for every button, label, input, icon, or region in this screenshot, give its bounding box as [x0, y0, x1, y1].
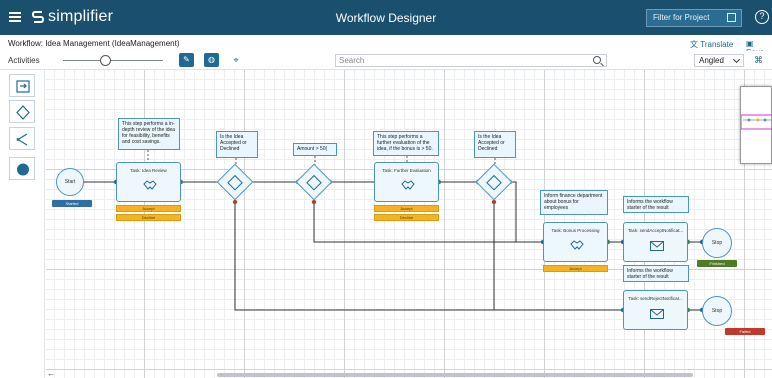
translate-button[interactable]: 文 Translate	[690, 39, 733, 50]
comment-bonus[interactable]: Inform finance department about bonus fo…	[540, 190, 608, 215]
envelope-icon	[650, 309, 664, 319]
task-send-accept-name: Task: sendAcceptNotificat...	[627, 228, 684, 233]
task-send-reject-notification[interactable]: Task: sendRejectNotificat...	[623, 290, 688, 330]
workflow-subheader: Workflow: Idea Management (IdeaManagemen…	[0, 35, 772, 57]
activities-label: Activities	[8, 56, 40, 65]
search-icon	[593, 56, 601, 64]
envelope-icon	[650, 241, 664, 251]
started-status-badge: Started	[52, 200, 92, 207]
search-placeholder: Search	[339, 56, 365, 65]
cursor-select-icon[interactable]: ⌖	[230, 54, 242, 66]
comment-idea-review[interactable]: This step performs a in-depth review of …	[118, 118, 180, 150]
palette-gateway[interactable]	[9, 100, 35, 123]
palette-user-task[interactable]	[9, 74, 35, 97]
save-icon: ▣	[746, 39, 754, 48]
split-icon	[16, 133, 28, 146]
comment-amount-condition[interactable]: Amount > 50(	[293, 143, 337, 156]
comment-inform-accept[interactable]: Informs the workflow starter of the resu…	[623, 196, 689, 213]
port-gw2-no	[311, 199, 317, 205]
horizontal-scrollbar[interactable]	[217, 373, 693, 377]
handshake-icon	[401, 180, 415, 190]
filter-project-label: Filter for Project	[653, 13, 710, 22]
gateway-exclusive-icon	[486, 174, 502, 191]
routing-select[interactable]: Angled	[694, 54, 744, 67]
finished-status-badge: Finished	[697, 260, 737, 267]
zoom-slider-thumb[interactable]	[100, 55, 111, 66]
collapse-arrow-icon[interactable]: ←	[47, 369, 55, 378]
search-input[interactable]: Search	[335, 54, 607, 67]
connector-gw3-task3	[510, 181, 543, 243]
failed-status-badge: Failed	[725, 328, 765, 335]
gateway-exclusive-icon	[306, 174, 322, 191]
task-idea-review[interactable]: Task: Idea Review	[116, 162, 181, 202]
gateway-exclusive-icon	[227, 174, 243, 191]
port-gw3-decline	[491, 199, 497, 205]
start-label: Start	[64, 179, 76, 185]
stop-event-failed[interactable]: Stop	[702, 296, 732, 326]
auto-layout-icon[interactable]: ⌘	[754, 55, 763, 66]
zoom-slider-track[interactable]	[63, 60, 163, 61]
task1-accept-button[interactable]: Accept	[116, 205, 181, 212]
handshake-icon	[570, 240, 584, 250]
task-bonus-processing[interactable]: Task: Bonus Processing	[543, 222, 608, 262]
globe-icon[interactable]: ◍	[204, 53, 219, 67]
task2-decline-button[interactable]: Decline	[374, 214, 439, 221]
edit-pencil-icon[interactable]: ✎	[179, 53, 194, 67]
translate-label: Translate	[700, 40, 734, 49]
chevron-down-icon	[732, 55, 741, 64]
task-send-accept-notification[interactable]: Task: sendAcceptNotificat...	[623, 222, 688, 262]
user-task-icon	[16, 80, 30, 93]
external-link-icon	[727, 13, 736, 22]
task-further-evaluation[interactable]: Task: Further Evaluation	[374, 162, 439, 202]
minimap[interactable]	[740, 86, 772, 164]
comment-gateway-accepted-2[interactable]: Is the Idea Accepted or Declined	[474, 131, 516, 158]
workflow-canvas[interactable]: Start Started This step performs a in-de…	[46, 70, 772, 378]
task-send-reject-name: Task: sendRejectNotificat...	[628, 296, 683, 301]
comment-further-evaluation[interactable]: This step performs a further evaluation …	[373, 131, 439, 156]
help-icon[interactable]: ?	[755, 10, 769, 24]
stop1-label: Stop	[711, 240, 723, 246]
routing-value: Angled	[699, 56, 724, 65]
palette-end-event[interactable]	[9, 157, 35, 180]
comment-inform-reject[interactable]: Informs the workflow starter of the resu…	[623, 265, 689, 282]
end-event-icon	[17, 163, 29, 176]
designer-toolbar: Activities ✎ ◍ ⌖ Search Angled ⌘	[0, 51, 772, 70]
port-gw1-decline	[232, 199, 238, 205]
filter-project-button[interactable]: Filter for Project	[646, 9, 742, 27]
stop-event-finished[interactable]: Stop	[702, 228, 732, 258]
translate-icon: 文	[690, 40, 698, 49]
comment-gateway-accepted[interactable]: Is the Idea Accepted or Declined	[216, 131, 258, 158]
gateway-icon	[16, 105, 30, 120]
task3-accept-button[interactable]: Accept	[543, 265, 608, 272]
task-further-evaluation-name: Task: Further Evaluation	[382, 168, 431, 173]
task1-decline-button[interactable]: Decline	[116, 214, 181, 221]
workflow-title: Workflow: Idea Management (IdeaManagemen…	[8, 39, 180, 48]
handshake-icon	[143, 180, 157, 190]
app-header: simplifier Workflow Designer Filter for …	[0, 0, 772, 35]
start-event[interactable]: Start	[56, 168, 84, 196]
activity-palette	[0, 70, 45, 378]
task2-accept-button[interactable]: Accept	[374, 205, 439, 212]
stop2-label: Stop	[711, 308, 723, 314]
task-idea-review-name: Task: Idea Review	[130, 168, 167, 173]
palette-split[interactable]	[9, 127, 35, 150]
task-bonus-processing-name: Task: Bonus Processing	[551, 228, 600, 233]
minimap-preview	[740, 114, 772, 130]
